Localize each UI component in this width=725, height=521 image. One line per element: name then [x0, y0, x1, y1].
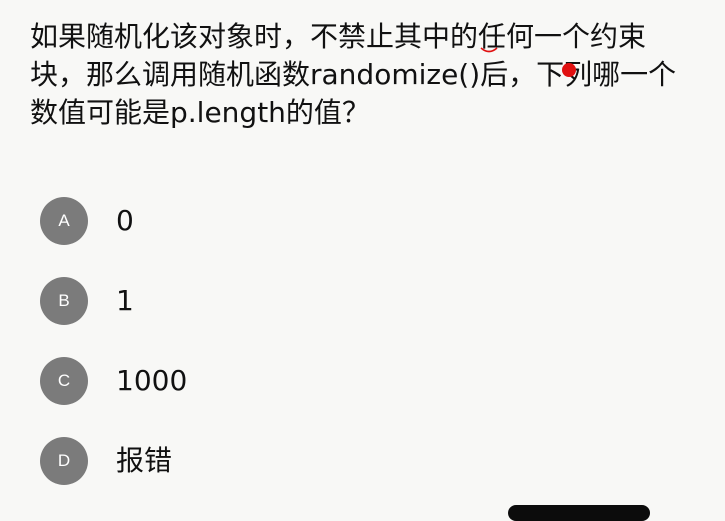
option-c[interactable]: C 1000: [40, 357, 660, 405]
option-d[interactable]: D 报错: [40, 437, 660, 485]
annotation-underline-mark: [480, 47, 498, 53]
option-a-text: 0: [116, 204, 134, 237]
bottom-action-bar[interactable]: [508, 505, 650, 521]
option-b-text: 1: [116, 284, 134, 317]
option-b[interactable]: B 1: [40, 277, 660, 325]
question-text: 如果随机化该对象时，不禁止其中的任何一个约束块，那么调用随机函数randomiz…: [30, 20, 677, 129]
option-c-text: 1000: [116, 364, 188, 397]
option-c-badge: C: [40, 357, 88, 405]
option-a[interactable]: A 0: [40, 197, 660, 245]
annotation-red-dot: [562, 63, 576, 77]
option-d-text: 报错: [116, 444, 173, 477]
option-b-badge: B: [40, 277, 88, 325]
option-d-badge: D: [40, 437, 88, 485]
option-a-badge: A: [40, 197, 88, 245]
